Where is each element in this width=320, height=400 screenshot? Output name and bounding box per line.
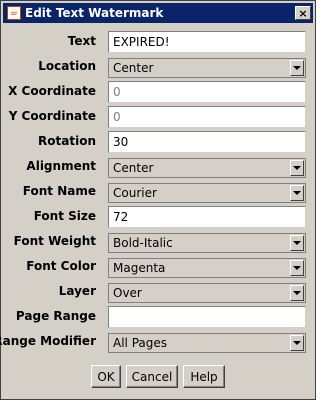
y-coordinate-input bbox=[108, 106, 306, 128]
alignment-value: Center bbox=[113, 161, 154, 175]
chevron-down-icon bbox=[293, 191, 301, 195]
y-coordinate-row: Y Coordinate bbox=[1, 106, 315, 128]
page-range-input[interactable] bbox=[108, 306, 306, 328]
font-name-value: Courier bbox=[113, 186, 157, 200]
range-modifier-label: Range Modifier bbox=[0, 334, 96, 348]
alignment-select[interactable]: Center bbox=[108, 158, 306, 178]
range-modifier-select[interactable]: All Pages bbox=[108, 333, 306, 353]
font-color-select[interactable]: Magenta bbox=[108, 258, 306, 278]
alignment-label: Alignment bbox=[26, 159, 96, 173]
font-name-select[interactable]: Courier bbox=[108, 183, 306, 203]
text-label: Text bbox=[67, 34, 96, 48]
page-range-label: Page Range bbox=[15, 309, 96, 323]
text-row: Text bbox=[1, 31, 315, 53]
layer-select[interactable]: Over bbox=[108, 283, 306, 303]
chevron-down-icon bbox=[293, 166, 301, 170]
font-name-row: Font Name Courier bbox=[1, 181, 315, 203]
font-color-label: Font Color bbox=[26, 259, 96, 273]
font-size-row: Font Size bbox=[1, 206, 315, 228]
font-color-value: Magenta bbox=[113, 261, 166, 275]
title-bar[interactable]: ☕ Edit Text Watermark × bbox=[3, 3, 313, 23]
range-modifier-row: Range Modifier All Pages bbox=[0, 331, 315, 353]
chevron-down-icon bbox=[293, 291, 301, 295]
font-weight-select[interactable]: Bold-Italic bbox=[108, 233, 306, 253]
rotation-input[interactable] bbox=[108, 131, 306, 153]
layer-dropdown-arrow[interactable] bbox=[290, 285, 304, 301]
rotation-row: Rotation bbox=[1, 131, 315, 153]
font-size-label: Font Size bbox=[33, 209, 96, 223]
font-color-row: Font Color Magenta bbox=[1, 256, 315, 278]
range-modifier-dropdown-arrow[interactable] bbox=[290, 335, 304, 351]
alignment-row: Alignment Center bbox=[1, 156, 315, 178]
range-modifier-value: All Pages bbox=[113, 336, 167, 350]
location-label: Location bbox=[38, 59, 96, 73]
java-cup-icon: ☕ bbox=[7, 6, 21, 20]
x-coordinate-label: X Coordinate bbox=[8, 84, 96, 98]
edit-text-watermark-dialog: ☕ Edit Text Watermark × Text Location Ce… bbox=[0, 0, 316, 400]
font-weight-label: Font Weight bbox=[13, 234, 96, 248]
chevron-down-icon bbox=[293, 241, 301, 245]
location-dropdown-arrow[interactable] bbox=[290, 60, 304, 76]
location-select[interactable]: Center bbox=[108, 58, 306, 78]
ok-button[interactable]: OK bbox=[91, 365, 121, 388]
font-color-dropdown-arrow[interactable] bbox=[290, 260, 304, 276]
location-value: Center bbox=[113, 61, 154, 75]
font-weight-row: Font Weight Bold-Italic bbox=[1, 231, 315, 253]
close-button[interactable]: × bbox=[295, 6, 311, 20]
font-name-dropdown-arrow[interactable] bbox=[290, 185, 304, 201]
rotation-label: Rotation bbox=[38, 134, 96, 148]
chevron-down-icon bbox=[293, 341, 301, 345]
alignment-dropdown-arrow[interactable] bbox=[290, 160, 304, 176]
cancel-button[interactable]: Cancel bbox=[126, 365, 178, 388]
x-coordinate-input bbox=[108, 81, 306, 103]
layer-row: Layer Over bbox=[1, 281, 315, 303]
text-input[interactable] bbox=[108, 31, 306, 53]
page-range-row: Page Range bbox=[1, 306, 315, 328]
chevron-down-icon bbox=[293, 66, 301, 70]
y-coordinate-label: Y Coordinate bbox=[8, 109, 96, 123]
font-weight-value: Bold-Italic bbox=[113, 236, 173, 250]
font-weight-dropdown-arrow[interactable] bbox=[290, 235, 304, 251]
layer-label: Layer bbox=[58, 284, 96, 298]
font-name-label: Font Name bbox=[22, 184, 96, 198]
help-button[interactable]: Help bbox=[183, 365, 225, 388]
dialog-title: Edit Text Watermark bbox=[25, 6, 164, 20]
x-coordinate-row: X Coordinate bbox=[1, 81, 315, 103]
location-row: Location Center bbox=[1, 56, 315, 78]
chevron-down-icon bbox=[293, 266, 301, 270]
layer-value: Over bbox=[113, 286, 142, 300]
font-size-input[interactable] bbox=[108, 206, 306, 228]
